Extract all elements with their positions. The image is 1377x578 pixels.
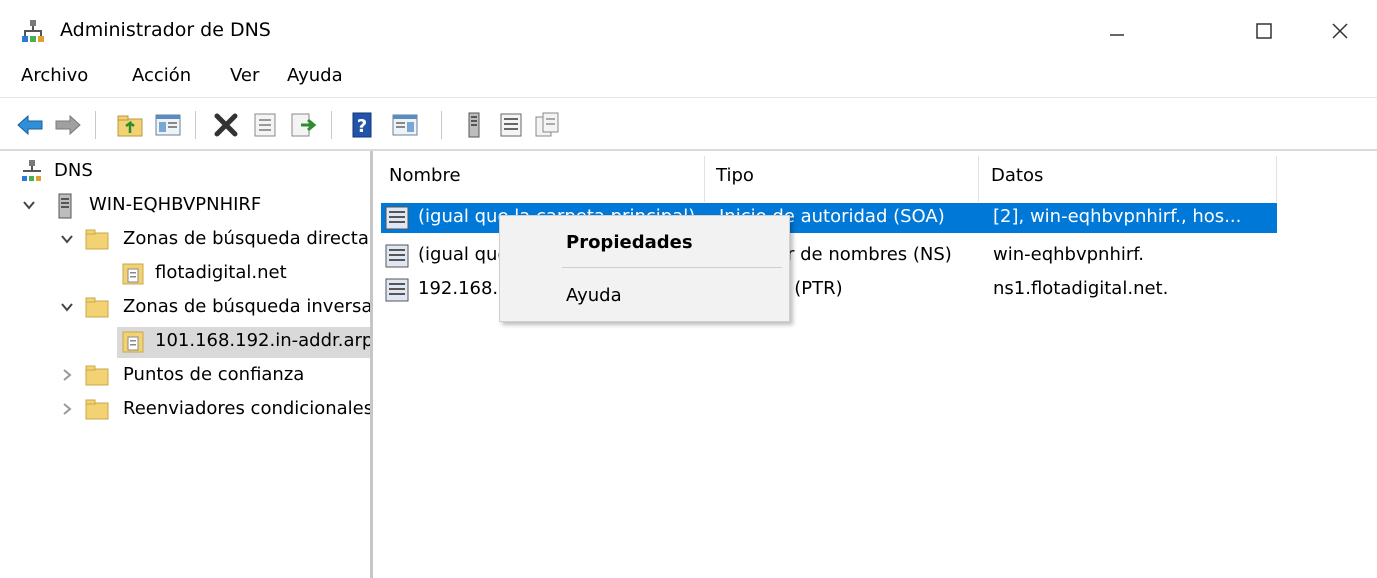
zone-file-icon (122, 331, 144, 353)
tree-item-dns[interactable]: DNS (0, 157, 370, 187)
dns-manager-icon (22, 20, 44, 42)
menu-ayuda[interactable]: Ayuda (287, 65, 343, 86)
context-menu-help[interactable]: Ayuda (566, 285, 622, 306)
folder-icon (85, 365, 109, 386)
tree-label: Zonas de búsqueda inversa (123, 296, 370, 317)
help-icon[interactable]: ? (349, 111, 377, 139)
column-separator[interactable] (1276, 156, 1277, 202)
properties-icon[interactable] (251, 111, 279, 139)
toolbar-separator (441, 111, 442, 139)
dns-icon (22, 160, 41, 181)
zone-file-icon (122, 263, 144, 285)
context-menu-separator (562, 267, 782, 268)
column-header-nombre[interactable]: Nombre (389, 165, 461, 186)
svg-text:?: ? (357, 116, 367, 137)
record-icon (385, 278, 409, 302)
chevron-down-icon[interactable] (22, 198, 36, 212)
tree-item-flotadigital[interactable]: flotadigital.net (0, 259, 370, 289)
minimize-icon[interactable] (1097, 14, 1137, 48)
menu-accion[interactable]: Acción (132, 65, 191, 86)
column-separator[interactable] (978, 156, 979, 202)
chevron-right-icon[interactable] (60, 402, 74, 416)
toolbar: ? (0, 103, 1377, 145)
tree-item-server[interactable]: WIN-EQHBVPNHIRF (0, 191, 370, 221)
back-icon[interactable] (16, 111, 44, 139)
tree-label: DNS (54, 160, 93, 181)
column-header-datos[interactable]: Datos (991, 165, 1043, 186)
export-list-icon[interactable] (289, 111, 317, 139)
action-pane-icon[interactable] (391, 111, 419, 139)
tree-label: WIN-EQHBVPNHIRF (89, 194, 262, 215)
tree-item-trust-points[interactable]: Puntos de confianza (0, 361, 370, 391)
chevron-right-icon[interactable] (60, 368, 74, 382)
server-icon (58, 193, 72, 219)
column-header-tipo[interactable]: Tipo (716, 165, 754, 186)
show-hide-tree-icon[interactable] (154, 111, 182, 139)
cell-data: win-eqhbvpnhirf. (993, 244, 1145, 265)
context-menu-properties[interactable]: Propiedades (566, 232, 693, 253)
tree-label: flotadigital.net (155, 262, 287, 283)
record-icon (385, 206, 409, 230)
toolbar-separator (195, 111, 196, 139)
delete-icon[interactable] (212, 111, 240, 139)
tree-label: Reenviadores condicionales (123, 398, 370, 419)
up-folder-icon[interactable] (116, 111, 144, 139)
cell-data: ns1.flotadigital.net. (993, 278, 1169, 299)
copy-icon[interactable] (533, 111, 561, 139)
tree-item-conditional-forwarders[interactable]: Reenviadores condicionales (0, 395, 370, 425)
console-tree: DNS WIN-EQHBVPNHIRF Zonas de búsqueda di… (0, 151, 370, 578)
context-menu: Propiedades Ayuda (499, 215, 790, 322)
menu-ver[interactable]: Ver (230, 65, 259, 86)
tree-item-reverse-zone[interactable]: 101.168.192.in-addr.arpa (0, 327, 370, 357)
menu-bar: Archivo Acción Ver Ayuda (0, 62, 1377, 92)
server-icon[interactable] (460, 111, 488, 139)
maximize-icon[interactable] (1244, 14, 1284, 48)
chevron-down-icon[interactable] (60, 300, 74, 314)
toolbar-separator (331, 111, 332, 139)
list-view-icon[interactable] (497, 111, 525, 139)
title-bar: Administrador de DNS (0, 0, 1377, 60)
folder-icon (85, 399, 109, 420)
folder-icon (85, 229, 109, 250)
toolbar-separator (95, 111, 96, 139)
tree-item-reverse-zones[interactable]: Zonas de búsqueda inversa (0, 293, 370, 323)
tree-label: Puntos de confianza (123, 364, 305, 385)
menu-divider (0, 97, 1377, 98)
tree-item-forward-zones[interactable]: Zonas de búsqueda directa (0, 225, 370, 255)
cell-data: [2], win-eqhbvpnhirf., hos... (993, 206, 1242, 227)
column-separator[interactable] (704, 156, 705, 202)
folder-icon (85, 297, 109, 318)
menu-archivo[interactable]: Archivo (21, 65, 88, 86)
tree-label: 101.168.192.in-addr.arpa (155, 330, 370, 351)
forward-icon[interactable] (54, 111, 82, 139)
tree-label: Zonas de búsqueda directa (123, 228, 369, 249)
window-title: Administrador de DNS (60, 19, 271, 41)
chevron-down-icon[interactable] (60, 232, 74, 246)
close-icon[interactable] (1320, 14, 1360, 48)
record-icon (385, 244, 409, 268)
